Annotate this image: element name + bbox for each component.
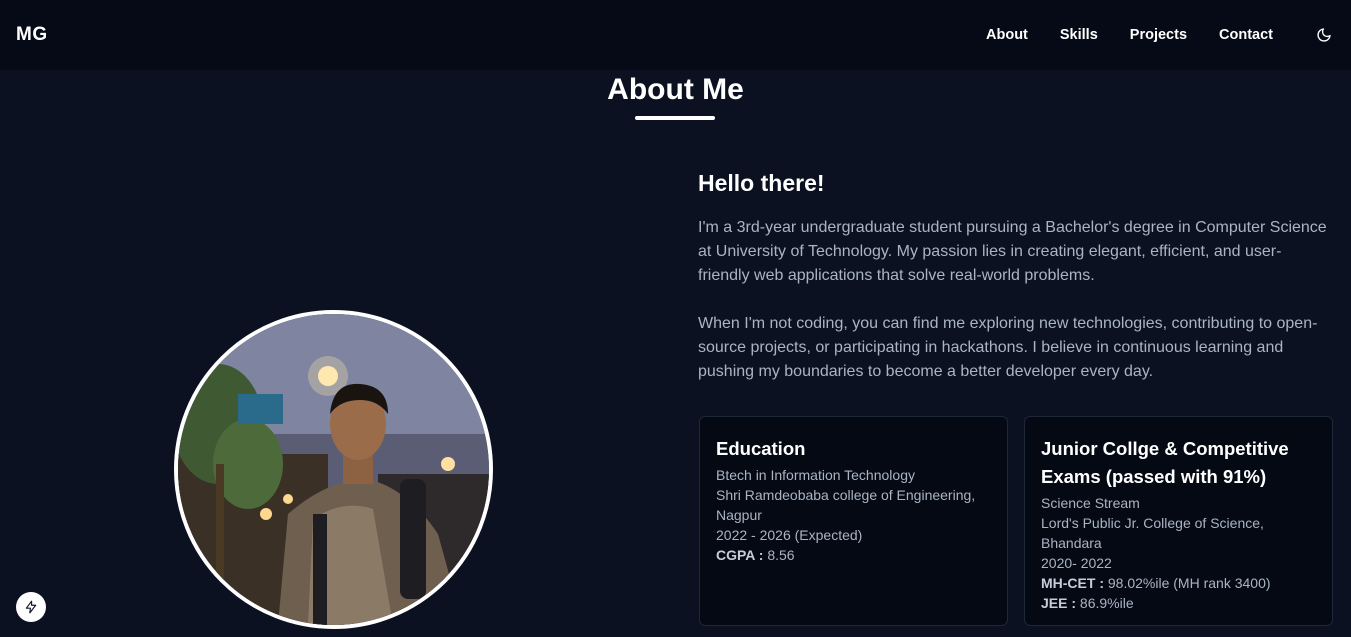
about-paragraph-1: I'm a 3rd-year undergraduate student pur… (698, 219, 1327, 284)
mhcet-score: MH-CET : 98.02%ile (MH rank 3400) (1041, 573, 1316, 593)
profile-photo (174, 310, 493, 629)
theme-toggle-button[interactable] (1313, 24, 1335, 46)
jee-label: JEE : (1041, 595, 1077, 611)
mhcet-label: MH-CET : (1041, 575, 1104, 591)
education-title: Education (716, 438, 806, 459)
mhcet-value: 98.02%ile (MH rank 3400) (1104, 575, 1271, 591)
nav-link-skills[interactable]: Skills (1060, 27, 1098, 43)
cgpa-label: CGPA : (716, 547, 764, 563)
education-degree: Btech in Information Technology (716, 467, 915, 483)
junior-college-name: Lord's Public Jr. College of Science, Bh… (1041, 515, 1264, 551)
jee-score: JEE : 86.9%ile (1041, 593, 1316, 613)
education-card: Education Btech in Information Technolog… (699, 416, 1008, 626)
nav-link-contact[interactable]: Contact (1219, 27, 1273, 43)
logo[interactable]: MG (16, 24, 48, 46)
nav-link-projects[interactable]: Projects (1130, 27, 1187, 43)
cgpa-value: 8.56 (763, 547, 795, 563)
nav-link-about[interactable]: About (986, 27, 1028, 43)
education-college: Shri Ramdeobaba college of Engineering, … (716, 487, 976, 523)
title-underline (635, 116, 715, 120)
floating-action-button[interactable] (16, 592, 46, 622)
education-years: 2022 - 2026 (Expected) (716, 527, 863, 543)
education-cgpa: CGPA : 8.56 (716, 545, 991, 565)
junior-college-card: Junior Collge & Competitive Exams (passe… (1024, 416, 1333, 626)
navbar: MG About Skills Projects Contact (0, 0, 1351, 70)
jee-value: 86.9%ile (1076, 595, 1134, 611)
junior-college-stream: Science Stream (1041, 495, 1140, 511)
section-title: About Me (607, 73, 744, 106)
greeting-heading: Hello there! (698, 170, 825, 196)
junior-college-years: 2020- 2022 (1041, 555, 1112, 571)
moon-icon (1317, 28, 1331, 42)
about-paragraph-2: When I'm not coding, you can find me exp… (698, 315, 1318, 380)
lightning-icon (25, 600, 37, 614)
nav-links: About Skills Projects Contact (986, 24, 1335, 46)
junior-college-title: Junior Collge & Competitive Exams (passe… (1041, 438, 1289, 487)
